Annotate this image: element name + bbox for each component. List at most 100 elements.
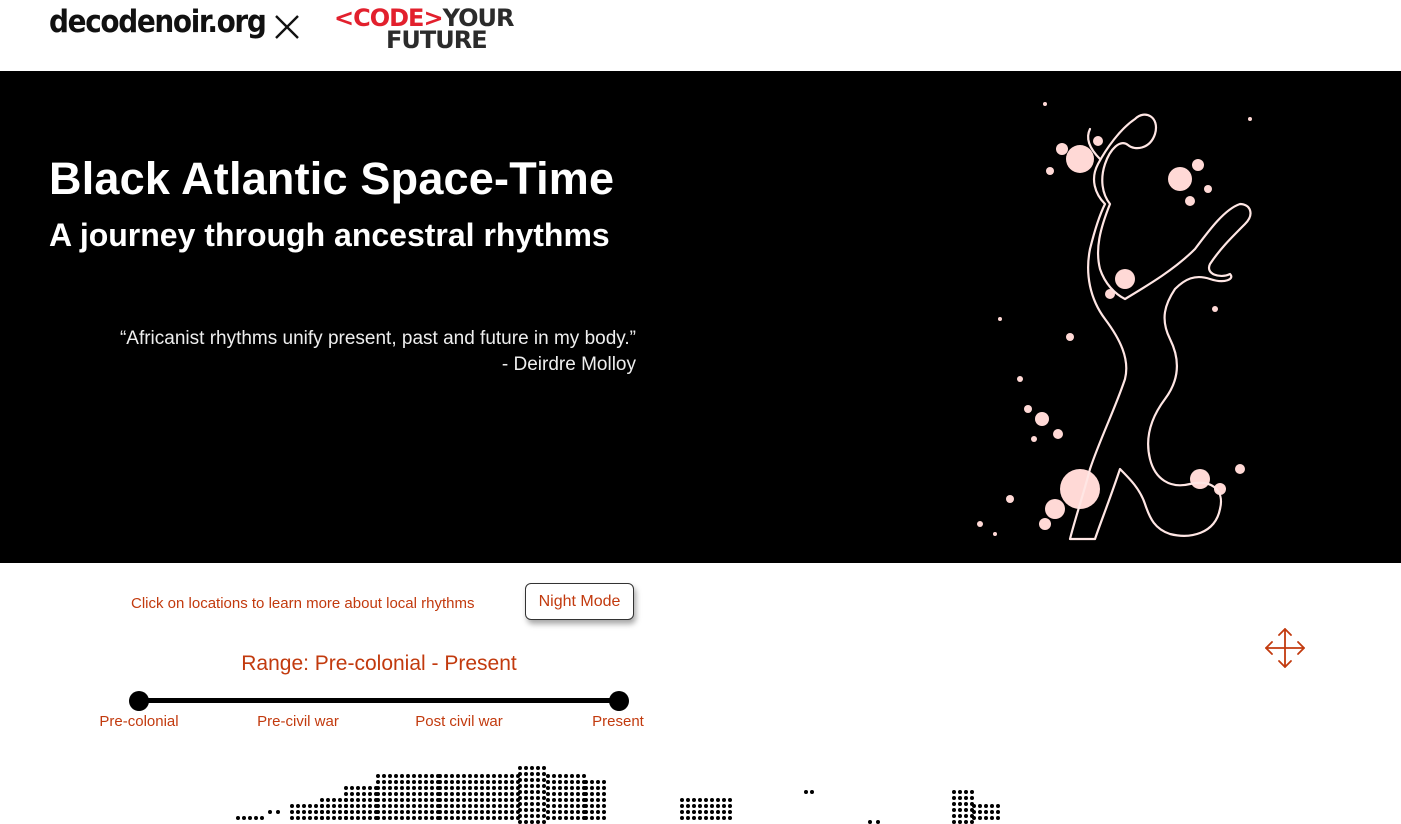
range-end-handle[interactable]	[609, 691, 629, 711]
map-dot	[964, 790, 968, 794]
map-dot	[406, 786, 410, 790]
night-mode-button[interactable]: Night Mode	[525, 583, 634, 620]
map-dot	[692, 810, 696, 814]
map-dot	[362, 798, 366, 802]
map-dot	[382, 792, 386, 796]
map-dot	[444, 810, 448, 814]
map-dot	[412, 786, 416, 790]
map-dot	[972, 804, 976, 808]
map-dot	[504, 810, 508, 814]
map-dot	[486, 816, 490, 820]
map-dot	[456, 798, 460, 802]
map-dot	[952, 820, 956, 824]
map-dot	[564, 816, 568, 820]
page-subtitle: A journey through ancestral rhythms	[49, 217, 610, 253]
map-dot	[964, 802, 968, 806]
map-dot	[444, 792, 448, 796]
map-dot	[498, 810, 502, 814]
brand-logo-text[interactable]: decodenoir.org	[49, 4, 267, 40]
map-dot	[394, 810, 398, 814]
range-start-handle[interactable]	[129, 691, 149, 711]
time-range-slider-track[interactable]	[139, 698, 619, 703]
map-dot	[444, 798, 448, 802]
hero-quote: “Africanist rhythms unify present, past …	[60, 326, 636, 378]
map-dot	[524, 778, 528, 782]
map-dot	[362, 810, 366, 814]
map-dot	[504, 780, 508, 784]
map-dot	[516, 798, 520, 802]
map-dot	[326, 816, 330, 820]
map-dot	[530, 808, 534, 812]
map-dot	[430, 816, 434, 820]
map-dot	[382, 816, 386, 820]
map-dot	[424, 780, 428, 784]
map-dot	[338, 810, 342, 814]
map-dot	[332, 798, 336, 802]
map-dot	[424, 816, 428, 820]
map-dot	[972, 816, 976, 820]
map-dot	[524, 772, 528, 776]
map-dot	[810, 790, 814, 794]
tick-post-civil-war[interactable]: Post civil war	[415, 713, 503, 730]
map-dot	[418, 816, 422, 820]
map-dot	[400, 816, 404, 820]
map-dot	[462, 804, 466, 808]
map-dot	[468, 816, 472, 820]
map-dot	[236, 816, 240, 820]
map-dot	[576, 786, 580, 790]
map-dot	[524, 814, 528, 818]
map-dot	[552, 804, 556, 808]
map-dot	[350, 810, 354, 814]
map-dot	[536, 772, 540, 776]
map-dot	[412, 816, 416, 820]
map-dot	[516, 804, 520, 808]
map-dot	[444, 816, 448, 820]
map-dot	[290, 816, 294, 820]
map-dot	[400, 810, 404, 814]
map-dot	[362, 816, 366, 820]
map-dot	[524, 766, 528, 770]
map-dot	[728, 804, 732, 808]
map-dot	[516, 786, 520, 790]
map-dot	[290, 810, 294, 814]
map-dot	[374, 810, 378, 814]
map-dot	[524, 820, 528, 824]
map-dot	[510, 792, 514, 796]
tick-pre-colonial[interactable]: Pre-colonial	[99, 713, 178, 730]
map-dot	[504, 786, 508, 790]
map-dot	[320, 798, 324, 802]
map-dot	[564, 798, 568, 802]
map-dot	[418, 810, 422, 814]
map-dot	[456, 792, 460, 796]
code-your-future-logo[interactable]: <CODE>YOUR FUTURE	[334, 6, 514, 54]
map-dot	[510, 786, 514, 790]
map-dot	[542, 784, 546, 788]
map-dot	[388, 774, 392, 778]
map-dot	[552, 792, 556, 796]
map-dot	[590, 792, 594, 796]
world-dot-map[interactable]	[0, 760, 1401, 824]
map-dot	[530, 814, 534, 818]
map-dot	[374, 816, 378, 820]
map-dot	[344, 810, 348, 814]
map-dot	[602, 786, 606, 790]
map-dot	[576, 816, 580, 820]
map-dot	[374, 786, 378, 790]
map-dot	[504, 792, 508, 796]
map-dot	[530, 802, 534, 806]
map-dot	[972, 810, 976, 814]
map-dot	[570, 792, 574, 796]
map-dot	[536, 796, 540, 800]
map-dot	[474, 798, 478, 802]
map-dot	[728, 798, 732, 802]
map-dot	[474, 774, 478, 778]
tick-pre-civil-war[interactable]: Pre-civil war	[257, 713, 339, 730]
map-dot	[596, 786, 600, 790]
tick-present[interactable]: Present	[592, 713, 644, 730]
map-dot	[356, 810, 360, 814]
map-dot	[558, 774, 562, 778]
map-dot	[374, 804, 378, 808]
map-dot	[576, 774, 580, 778]
move-arrows-icon[interactable]	[1263, 626, 1307, 670]
map-dot	[388, 786, 392, 790]
